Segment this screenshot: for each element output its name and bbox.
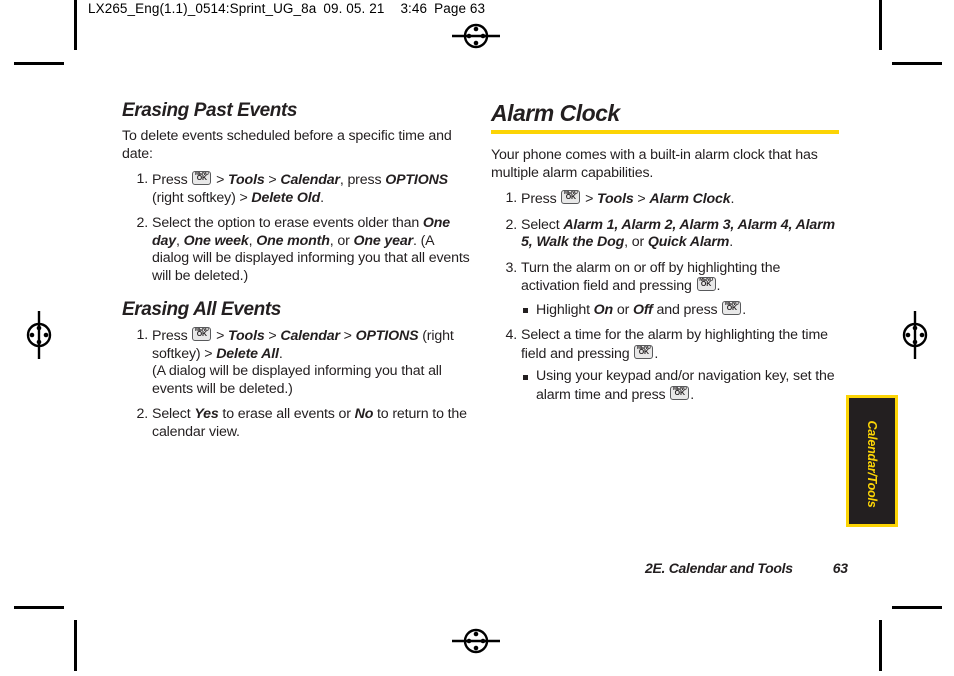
emphasis-term: Tools xyxy=(597,191,634,207)
step-item: 2. Select Alarm 1, Alarm 2, Alarm 3, Alar… xyxy=(491,217,841,252)
step-number: 3. xyxy=(505,259,517,276)
step-number: 1. xyxy=(505,190,517,206)
emphasis-term: Off xyxy=(632,301,653,318)
side-tab-label: Calendar/Tools xyxy=(865,420,879,508)
step-number: 2. xyxy=(136,406,148,422)
emphasis-term: Tools xyxy=(228,172,265,188)
step-item: 2. Select Yes to erase all events or No t… xyxy=(122,406,472,441)
step-item: 4. Select a time for the alarm by highlig… xyxy=(491,327,841,404)
sub-bullet-list: Highlight On or Off and press MENU OK. xyxy=(521,300,841,320)
step-text: Press MENU OK > Tools > Calendar > OPTION… xyxy=(152,327,454,397)
emphasis-term: Alarm Clock xyxy=(649,191,731,207)
step-text: Turn the alarm on or off by highlighting… xyxy=(521,259,781,295)
menu-ok-key-icon: MENU OK xyxy=(696,277,716,291)
menu-ok-key-icon: MENU OK xyxy=(670,385,690,400)
sub-bullet-item: Highlight On or Off and press MENU OK. xyxy=(521,300,841,320)
step-number: 2. xyxy=(505,216,517,233)
step-number: 4. xyxy=(505,327,517,343)
emphasis-term: OPTIONS xyxy=(355,328,419,344)
emphasis-term: One week xyxy=(183,232,249,249)
step-text: Select Yes to erase all events or No to … xyxy=(152,406,467,440)
intro-alarm-clock: Your phone comes with a built-in alarm c… xyxy=(491,147,818,181)
step-text: Select the option to erase events older … xyxy=(152,215,470,284)
heading-erasing-past-events: Erasing Past Events xyxy=(122,100,298,121)
emphasis-term: Tools xyxy=(228,328,265,344)
step-item: 1. Press MENU OK > Tools > Calendar > OPTI… xyxy=(122,327,472,398)
step-item: 3. Turn the alarm on or off by highlighti… xyxy=(491,260,841,320)
emphasis-term: No xyxy=(354,406,374,422)
heading-erasing-all-events: Erasing All Events xyxy=(122,299,281,320)
footer-page-number: 63 xyxy=(832,560,848,576)
emphasis-term: Quick Alarm xyxy=(647,234,730,250)
step-number: 2. xyxy=(136,215,148,231)
steps-alarm-clock: 1. Press MENU OK > Tools > Alarm Clock. 2. S… xyxy=(491,190,841,404)
step-text: Select a time for the alarm by highlight… xyxy=(521,327,828,362)
menu-ok-key-icon: MENU OK xyxy=(722,300,742,315)
accent-rule xyxy=(491,130,839,134)
steps-erasing-past-events: 1. Press MENU OK > Tools > Calendar, press… xyxy=(122,171,472,285)
sub-bullet-list: Using your keypad and/or navigation key,… xyxy=(521,368,841,404)
intro-erasing-past-events: To delete events scheduled before a spec… xyxy=(122,128,452,162)
steps-erasing-all-events: 1. Press MENU OK > Tools > Calendar > OPTI… xyxy=(122,327,472,441)
emphasis-term: Calendar xyxy=(280,172,340,188)
menu-ok-key-icon: MENU OK xyxy=(192,327,212,341)
emphasis-term: Calendar xyxy=(280,328,340,344)
menu-ok-key-icon: MENU OK xyxy=(634,344,654,359)
emphasis-term: OPTIONS xyxy=(385,172,448,188)
emphasis-term: One month xyxy=(256,232,330,249)
step-item: 2. Select the option to erase events olde… xyxy=(122,215,472,285)
menu-ok-key-icon: MENU OK xyxy=(561,190,581,204)
side-tab-calendar-tools: Calendar/Tools xyxy=(846,395,898,527)
page-content: Erasing Past Events To delete events sch… xyxy=(0,0,954,671)
emphasis-term: One year xyxy=(353,232,413,249)
emphasis-term: On xyxy=(593,301,614,318)
sub-bullet-item: Using your keypad and/or navigation key,… xyxy=(521,368,841,404)
step-number: 1. xyxy=(136,171,148,187)
footer-chapter: 2E. Calendar and Tools xyxy=(645,560,793,576)
menu-ok-key-icon: MENU OK xyxy=(192,171,212,185)
heading-alarm-clock: Alarm Clock xyxy=(491,100,620,126)
page-footer: 2E. Calendar and Tools 63 xyxy=(645,560,848,576)
emphasis-term: Delete Old xyxy=(251,189,321,206)
step-number: 1. xyxy=(136,327,148,343)
left-column: Erasing Past Events To delete events sch… xyxy=(122,100,472,449)
step-text: Press MENU OK > Tools > Alarm Clock. xyxy=(521,190,735,207)
step-text: Press MENU OK > Tools > Calendar, press O… xyxy=(152,171,448,206)
emphasis-term: Delete All xyxy=(216,345,279,362)
step-text: Select Alarm 1, Alarm 2, Alarm 3, Alarm … xyxy=(521,216,836,251)
emphasis-term: Yes xyxy=(194,406,219,422)
right-column: Alarm Clock Your phone comes with a buil… xyxy=(491,100,841,412)
step-item: 1. Press MENU OK > Tools > Calendar, press… xyxy=(122,171,472,207)
step-item: 1. Press MENU OK > Tools > Alarm Clock. xyxy=(491,190,841,209)
